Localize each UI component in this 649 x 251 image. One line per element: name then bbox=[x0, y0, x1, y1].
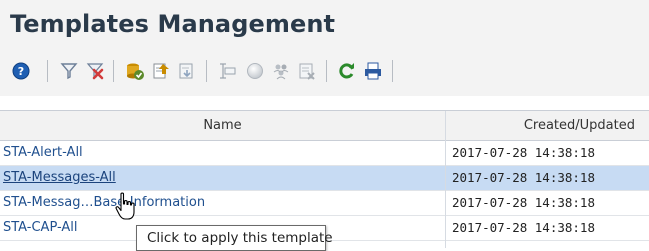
delete-template-icon[interactable] bbox=[296, 60, 318, 82]
column-header-created-updated[interactable]: Created/Updated bbox=[446, 111, 649, 140]
toolbar-separator bbox=[392, 60, 393, 82]
created-updated-cell: 2017-07-28 14:38:18 bbox=[452, 145, 595, 160]
clear-filter-icon[interactable] bbox=[84, 60, 106, 82]
toolbar: ? bbox=[0, 45, 649, 96]
toolbar-separator bbox=[206, 60, 207, 82]
toolbar-separator bbox=[326, 60, 327, 82]
export-template-icon[interactable] bbox=[150, 60, 172, 82]
toolbar-separator bbox=[47, 60, 48, 82]
template-name-link[interactable]: STA-CAP-All bbox=[3, 216, 78, 240]
template-name-link[interactable]: STA-Messag…Base-Information bbox=[3, 191, 205, 215]
template-name-link[interactable]: STA-Alert-All bbox=[3, 141, 83, 165]
apply-template-icon[interactable] bbox=[124, 60, 146, 82]
import-template-icon[interactable] bbox=[176, 60, 198, 82]
print-icon[interactable] bbox=[362, 60, 384, 82]
column-divider bbox=[445, 111, 446, 248]
template-name-link[interactable]: STA-Messages-All bbox=[3, 166, 116, 190]
refresh-icon[interactable] bbox=[336, 60, 358, 82]
table-row[interactable]: STA-Messages-All 2017-07-28 14:38:18 bbox=[0, 166, 649, 191]
page-header: Templates Management bbox=[0, 0, 649, 45]
apply-template-tooltip: Click to apply this template bbox=[136, 225, 333, 251]
created-updated-cell: 2017-07-28 14:38:18 bbox=[452, 195, 595, 210]
created-updated-cell: 2017-07-28 14:38:18 bbox=[452, 220, 595, 235]
help-icon[interactable]: ? bbox=[10, 60, 32, 82]
svg-text:?: ? bbox=[18, 65, 24, 78]
page-title: Templates Management bbox=[10, 10, 336, 38]
toolbar-separator bbox=[113, 60, 114, 82]
table-header: Name Created/Updated bbox=[0, 111, 649, 141]
status-circle-icon[interactable] bbox=[244, 60, 266, 82]
created-updated-cell: 2017-07-28 14:38:18 bbox=[452, 170, 595, 185]
table-row[interactable]: STA-Messag…Base-Information 2017-07-28 1… bbox=[0, 191, 649, 216]
table-row[interactable]: STA-Alert-All 2017-07-28 14:38:18 bbox=[0, 141, 649, 166]
hand-cursor-icon bbox=[114, 192, 138, 222]
filter-icon[interactable] bbox=[58, 60, 80, 82]
people-icon[interactable] bbox=[270, 60, 292, 82]
column-header-name[interactable]: Name bbox=[0, 111, 445, 140]
properties-icon[interactable] bbox=[216, 60, 238, 82]
